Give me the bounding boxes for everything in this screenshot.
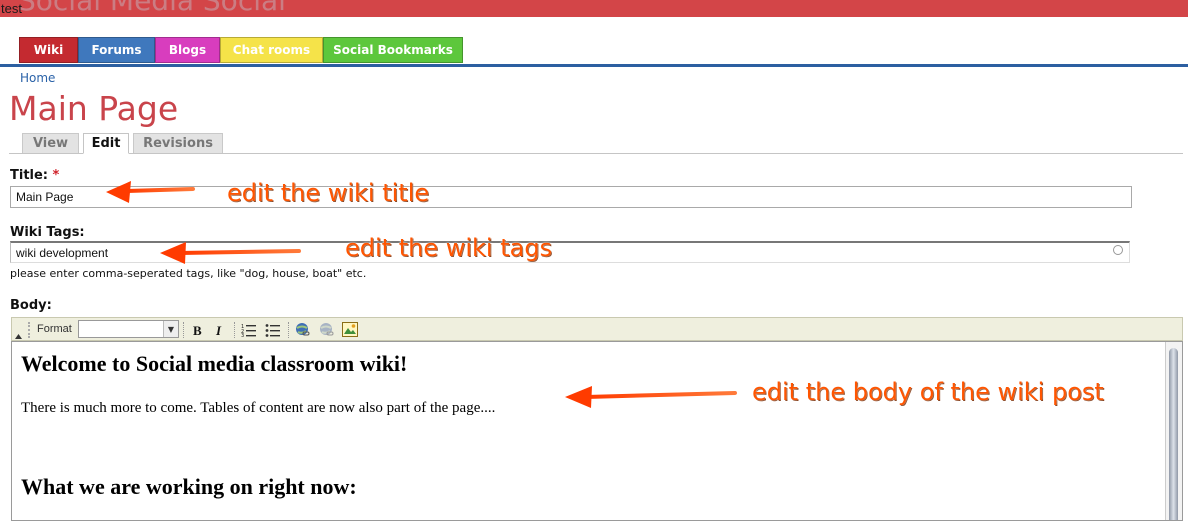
toolbar-separator bbox=[234, 322, 236, 338]
toolbar-separator bbox=[183, 322, 185, 338]
toolbar-separator bbox=[288, 322, 290, 338]
link-icon[interactable] bbox=[293, 321, 311, 338]
nav-tab-wiki[interactable]: Wiki bbox=[19, 37, 78, 63]
chevron-down-icon[interactable]: ▼ bbox=[163, 321, 178, 337]
annotation-body-note: edit the body of the wiki post bbox=[752, 378, 1104, 406]
annotation-tags-note: edit the wiki tags bbox=[345, 234, 553, 262]
bold-icon[interactable]: B bbox=[188, 321, 206, 338]
wiki-tags-input[interactable]: wiki development bbox=[10, 241, 1130, 263]
numbered-list-icon[interactable]: 123 bbox=[240, 321, 258, 338]
italic-icon[interactable]: I bbox=[210, 321, 228, 338]
editor-paragraph: There is much more to come. Tables of co… bbox=[21, 400, 496, 416]
svg-text:I: I bbox=[215, 323, 222, 337]
wiki-tags-label: Wiki Tags: bbox=[10, 225, 85, 240]
required-mark: * bbox=[52, 168, 60, 183]
autocomplete-throbber-icon bbox=[1113, 245, 1123, 255]
editor-heading-working-on: What we are working on right now: bbox=[21, 474, 357, 499]
nav-tab-blogs[interactable]: Blogs bbox=[155, 37, 220, 63]
top-bar: Social Media Social test bbox=[0, 0, 1188, 17]
nav-tab-forums[interactable]: Forums bbox=[78, 37, 155, 63]
breadcrumb-home[interactable]: Home bbox=[20, 71, 55, 85]
svg-text:3: 3 bbox=[241, 333, 244, 337]
body-label: Body: bbox=[10, 298, 52, 313]
bullet-list-icon[interactable] bbox=[264, 321, 282, 338]
nav-underline bbox=[0, 64, 1188, 67]
format-select[interactable]: ▼ bbox=[78, 320, 179, 338]
page-title: Main Page bbox=[9, 89, 179, 128]
tab-view[interactable]: View bbox=[22, 133, 79, 153]
toolbar-collapse-icon[interactable] bbox=[13, 324, 23, 341]
title-input[interactable]: Main Page bbox=[10, 186, 1132, 208]
primary-nav: Wiki Forums Blogs Chat rooms Social Book… bbox=[19, 37, 463, 63]
tags-hint: please enter comma-seperated tags, like … bbox=[10, 267, 367, 280]
nav-tab-chat-rooms[interactable]: Chat rooms bbox=[220, 37, 323, 63]
title-label: Title: * bbox=[10, 168, 59, 183]
format-label: Format bbox=[37, 323, 72, 335]
unlink-icon[interactable] bbox=[317, 321, 335, 338]
image-icon[interactable] bbox=[341, 321, 359, 338]
editor-heading-welcome: Welcome to Social media classroom wiki! bbox=[21, 351, 408, 376]
title-label-text: Title: bbox=[10, 168, 49, 183]
nav-tab-social-bookmarks[interactable]: Social Bookmarks bbox=[323, 37, 463, 63]
tab-revisions[interactable]: Revisions bbox=[133, 133, 223, 153]
annotation-title-note: edit the wiki title bbox=[227, 179, 430, 207]
page-tabs: View Edit Revisions bbox=[9, 131, 1183, 154]
scrollbar-thumb[interactable] bbox=[1169, 348, 1178, 520]
site-name-faded: Social Media Social bbox=[18, 0, 286, 17]
tab-edit[interactable]: Edit bbox=[83, 133, 129, 154]
svg-text:B: B bbox=[193, 323, 202, 337]
test-label: test bbox=[1, 1, 22, 16]
editor-scrollbar[interactable] bbox=[1165, 342, 1182, 520]
editor-toolbar: Format ▼ B I 123 bbox=[11, 317, 1183, 341]
body-editor[interactable]: Welcome to Social media classroom wiki! … bbox=[11, 341, 1183, 521]
toolbar-grip bbox=[28, 322, 31, 338]
